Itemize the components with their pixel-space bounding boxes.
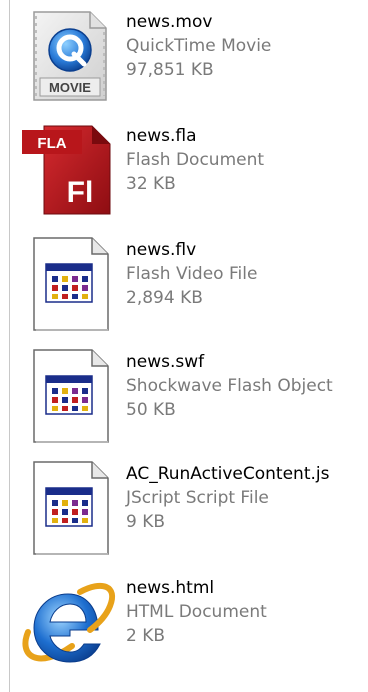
file-item-news-swf[interactable]: news.swf Shockwave Flash Object 50 KB <box>14 344 366 448</box>
file-name: news.mov <box>126 12 213 32</box>
file-name: news.flv <box>126 240 197 260</box>
file-size: 2,894 KB <box>126 288 203 308</box>
internet-explorer-icon <box>14 570 124 674</box>
file-name: AC_RunActiveContent.js <box>126 464 330 484</box>
file-name: news.swf <box>126 352 205 372</box>
file-type: HTML Document <box>126 602 267 622</box>
file-size: 2 KB <box>126 626 166 646</box>
file-details: news.fla Flash Document 32 KB <box>126 124 368 196</box>
file-item-news-flv[interactable]: news.flv Flash Video File 2,894 KB <box>14 232 366 336</box>
file-type: Shockwave Flash Object <box>126 376 333 396</box>
flash-document-icon: FLA Fl <box>14 118 124 222</box>
generic-file-icon <box>14 232 124 336</box>
file-type: Flash Video File <box>126 264 258 284</box>
file-item-news-fla[interactable]: FLA Fl news.fla Flash Document 32 KB <box>14 118 366 222</box>
file-details: AC_RunActiveContent.js JScript Script Fi… <box>126 462 368 534</box>
file-name: news.html <box>126 578 215 598</box>
generic-file-icon <box>14 456 124 560</box>
file-size: 32 KB <box>126 174 176 194</box>
generic-file-icon <box>14 344 124 448</box>
svg-text:MOVIE: MOVIE <box>49 80 91 95</box>
file-name: news.fla <box>126 126 197 146</box>
file-item-news-html[interactable]: news.html HTML Document 2 KB <box>14 570 366 674</box>
file-details: news.swf Shockwave Flash Object 50 KB <box>126 350 368 422</box>
file-item-news-mov[interactable]: MOVIE news.mov QuickTime Movie 97,851 KB <box>14 4 366 108</box>
file-type: Flash Document <box>126 150 265 170</box>
file-size: 97,851 KB <box>126 60 214 80</box>
svg-text:Fl: Fl <box>67 176 94 209</box>
file-details: news.mov QuickTime Movie 97,851 KB <box>126 10 368 82</box>
quicktime-movie-icon: MOVIE <box>14 4 124 108</box>
svg-text:FLA: FLA <box>37 135 66 152</box>
file-item-ac-runactivecontent-js[interactable]: AC_RunActiveContent.js JScript Script Fi… <box>14 456 366 560</box>
file-details: news.flv Flash Video File 2,894 KB <box>126 238 368 310</box>
file-details: news.html HTML Document 2 KB <box>126 576 368 648</box>
file-type: QuickTime Movie <box>126 36 272 56</box>
file-size: 50 KB <box>126 400 176 420</box>
file-list: MOVIE news.mov QuickTime Movie 97,851 KB <box>0 0 368 692</box>
file-type: JScript Script File <box>126 488 269 508</box>
file-size: 9 KB <box>126 512 166 532</box>
